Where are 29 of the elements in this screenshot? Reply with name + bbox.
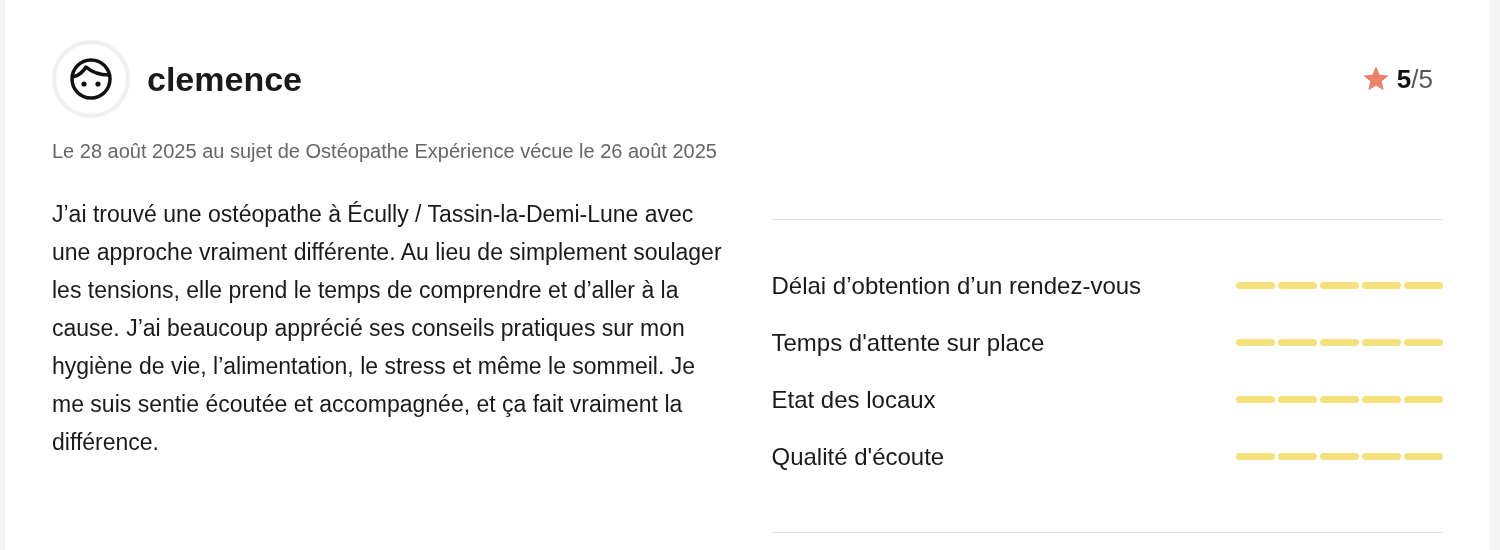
rating-segment — [1278, 453, 1317, 460]
rating-segment — [1278, 282, 1317, 289]
criterion-label: Etat des locaux — [771, 385, 936, 414]
rating-segment — [1236, 453, 1275, 460]
rating-segment — [1362, 282, 1401, 289]
rating-segment — [1278, 339, 1317, 346]
rating-score: 5/5 — [1396, 63, 1433, 95]
rating-segment — [1404, 282, 1443, 289]
criterion-label: Temps d'attente sur place — [771, 328, 1045, 357]
rating-segment — [1404, 339, 1443, 346]
criterion-label: Délai d’obtention d’un rendez-vous — [771, 271, 1142, 300]
rating-segment — [1404, 453, 1443, 460]
review-text: J’ai trouvé une ostéopathe à Écully / Tassin-la-Demi-Lune avec une approche vraiment différente. Au lieu de simplement soulager les tensions, elle prend le temps de comprendre et d’aller à la cause. J’ai beaucoup apprécié ses conseils pratiques sur mon hygiène de vie, l’alimentation, le stress et même le sommeil. Je me suis sentie écoutée et accompagnée, et ça fait vraiment la différence. — [52, 200, 723, 457]
criterion-label: Qualité d'écoute — [771, 442, 945, 471]
rating-segment — [1320, 282, 1359, 289]
rating-segment — [1362, 339, 1401, 346]
review-date: Le 28 août 2025 au sujet de Ostéopathe Expérience vécue le 26 août 2025 — [52, 140, 718, 163]
rating-segment — [1320, 339, 1359, 346]
rating-segment — [1320, 396, 1359, 403]
rating-segment — [1320, 453, 1359, 460]
rating-segment — [1236, 339, 1275, 346]
rating-segment — [1278, 396, 1317, 403]
rating-segment — [1236, 396, 1275, 403]
rating-segment — [1236, 282, 1275, 289]
author-name: clemence — [147, 59, 303, 99]
avatar-icon — [52, 40, 130, 118]
rating-segment — [1362, 453, 1401, 460]
rating-segment — [1362, 396, 1401, 403]
rating-segment — [1404, 396, 1443, 403]
